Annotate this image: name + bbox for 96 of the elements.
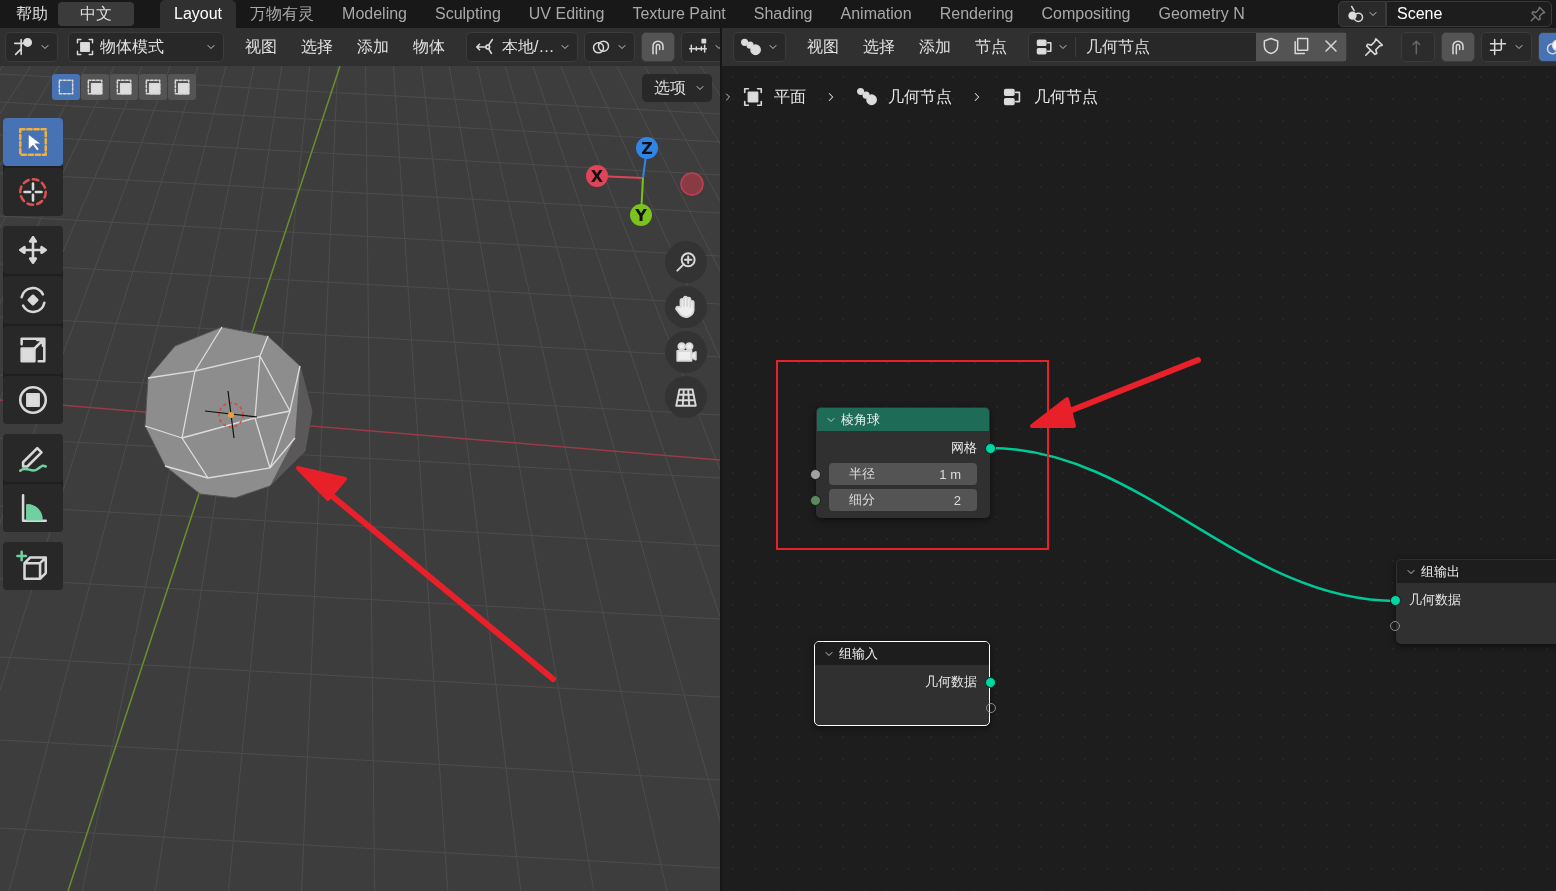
tool-button[interactable] xyxy=(3,434,63,482)
node-header[interactable]: 棱角球 xyxy=(817,408,989,431)
select-mode-button[interactable] xyxy=(52,74,80,100)
socket[interactable] xyxy=(1390,595,1401,606)
grid-view-button[interactable] xyxy=(665,376,707,418)
tool-button[interactable] xyxy=(3,376,63,424)
language-button[interactable]: 中文 xyxy=(58,2,134,26)
node-header[interactable]: 组输出 xyxy=(1397,560,1556,583)
socket[interactable] xyxy=(985,443,996,454)
tool-button[interactable] xyxy=(3,168,63,216)
gizmo-axis-handle[interactable] xyxy=(680,172,704,196)
snap-target-dropdown[interactable] xyxy=(681,32,720,62)
menu-item[interactable]: 选择 xyxy=(854,36,904,58)
cursor-icon[interactable] xyxy=(16,175,50,209)
mode-dropdown[interactable]: 物体模式 xyxy=(68,32,224,62)
node-card[interactable]: 组输入 几何数据 xyxy=(814,641,990,726)
workspace-tab[interactable]: Geometry N xyxy=(1144,0,1259,28)
workspace-tab[interactable]: Rendering xyxy=(925,0,1028,28)
node-tree-icon xyxy=(1035,37,1055,57)
socket[interactable] xyxy=(985,677,996,688)
socket-label: 网格 xyxy=(951,439,977,457)
gizmo-axis-handle[interactable]: Y xyxy=(630,177,652,226)
move-icon[interactable] xyxy=(16,233,50,267)
socket-label: 几何数据 xyxy=(1409,591,1461,609)
select-mode-button[interactable] xyxy=(139,74,167,100)
add-cube-icon[interactable] xyxy=(16,549,50,583)
object-icon xyxy=(75,37,95,57)
pin-icon xyxy=(1529,5,1547,23)
workspace-tab[interactable]: Shading xyxy=(739,0,827,28)
select-mode-icon xyxy=(172,77,192,97)
select-mode-icon xyxy=(85,77,105,97)
node-card[interactable]: 棱角球 网格 半径 1 m 细分 2 xyxy=(816,407,990,518)
select-mode-icon xyxy=(114,77,134,97)
select-mode-icon xyxy=(56,77,76,97)
object-icon xyxy=(742,86,764,108)
pin-icon[interactable] xyxy=(1363,36,1385,58)
scene-field[interactable]: Scene xyxy=(1386,1,1552,27)
breadcrumb-item[interactable]: 几何节点 xyxy=(1034,86,1098,108)
tool-button[interactable] xyxy=(3,276,63,324)
menu-item[interactable]: 节点 xyxy=(966,36,1016,58)
scene-icon xyxy=(1345,4,1365,24)
shield-icon xyxy=(1261,36,1281,56)
zoom-button[interactable] xyxy=(665,241,707,283)
workspace-tab[interactable]: 万物有灵 xyxy=(236,0,329,28)
node-group-selector[interactable]: 几何节点 xyxy=(1028,32,1347,62)
snap-toggle[interactable] xyxy=(1441,32,1475,62)
editor-type-button[interactable] xyxy=(5,32,58,62)
select-mode-icon xyxy=(143,77,163,97)
camera-button[interactable] xyxy=(665,331,707,373)
scene-selector[interactable] xyxy=(1338,1,1386,27)
workspace-tab[interactable]: Compositing xyxy=(1027,0,1145,28)
node-editor-icon xyxy=(740,36,762,58)
workspace-tab[interactable]: Animation xyxy=(826,0,926,28)
value-field[interactable]: 细分 2 xyxy=(829,489,977,511)
tool-button[interactable] xyxy=(3,226,63,274)
options-dropdown[interactable]: 选项 xyxy=(642,74,712,102)
menu-item[interactable]: 添加 xyxy=(910,36,960,58)
select-mode-button[interactable] xyxy=(168,74,196,100)
breadcrumb-item[interactable]: 几何节点 xyxy=(888,86,952,108)
snap-target-dropdown[interactable] xyxy=(1481,32,1532,62)
workspace-tab[interactable]: UV Editing xyxy=(514,0,619,28)
gizmo-axis-handle[interactable]: X xyxy=(586,165,644,187)
tool-button[interactable] xyxy=(3,542,63,590)
orientation-dropdown[interactable]: 本地/… xyxy=(466,32,579,62)
node-header[interactable]: 组输入 xyxy=(815,642,989,665)
camera-icon xyxy=(673,339,699,365)
socket-label: 几何数据 xyxy=(925,673,977,691)
select-box-icon[interactable] xyxy=(16,125,50,159)
pan-button[interactable] xyxy=(665,286,707,328)
menu-item[interactable]: 视图 xyxy=(798,36,848,58)
workspace-tab[interactable]: Sculpting xyxy=(421,0,515,28)
help-menu[interactable]: 帮助 xyxy=(0,3,58,25)
snap-toggle[interactable] xyxy=(641,32,676,62)
workspace-tab[interactable]: Texture Paint xyxy=(618,0,740,28)
menu-item[interactable]: 选择 xyxy=(292,36,342,58)
snap-grid-icon xyxy=(1488,37,1508,57)
menu-item[interactable]: 添加 xyxy=(348,36,398,58)
transform-icon[interactable] xyxy=(16,383,50,417)
pivot-dropdown[interactable] xyxy=(584,32,636,62)
menu-item[interactable]: 物体 xyxy=(404,36,454,58)
zoom-icon xyxy=(673,249,699,275)
menu-item[interactable]: 视图 xyxy=(236,36,286,58)
select-mode-button[interactable] xyxy=(110,74,138,100)
breadcrumb-item[interactable]: 平面 xyxy=(774,86,806,108)
tool-button[interactable] xyxy=(3,484,63,532)
value-field[interactable]: 半径 1 m xyxy=(829,463,977,485)
select-mode-button[interactable] xyxy=(81,74,109,100)
node-card[interactable]: 组输出 几何数据 xyxy=(1396,559,1556,644)
workspace-tab[interactable]: Layout xyxy=(160,0,237,28)
pivot-icon xyxy=(591,37,612,57)
copy-icon xyxy=(1291,36,1311,56)
viewport-icon xyxy=(12,36,34,58)
workspace-tab[interactable]: Modeling xyxy=(328,0,421,28)
tool-button[interactable] xyxy=(3,326,63,374)
editor-type-button[interactable] xyxy=(733,32,786,62)
socket[interactable] xyxy=(810,469,821,480)
